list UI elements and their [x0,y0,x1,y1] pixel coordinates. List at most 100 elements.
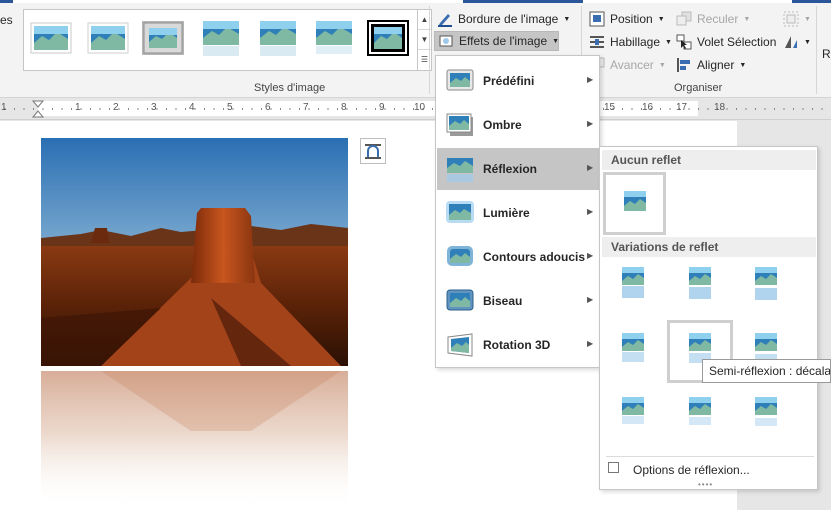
reflection-thumb-icon [755,397,777,426]
wrap-text-button[interactable]: Habillage ▼ [589,32,672,52]
reflection-variation-9[interactable] [755,397,777,437]
ruler-label: 5 [227,102,233,113]
ruler-label: 18 [714,102,726,113]
rotation-3d-effect-icon [446,333,474,360]
menu-item-preset[interactable]: Prédéfini ▶ [437,60,599,102]
rotate-icon [783,34,799,50]
ribbon-edge-text: es [0,13,13,27]
layout-options-button[interactable] [360,138,386,164]
group-separator [816,6,817,94]
reflection-variation-2[interactable] [689,267,711,307]
picture-border-button[interactable]: Bordure de l'image ▼ [437,9,570,29]
ruler-label: 3 [151,102,157,113]
reflection-submenu: Aucun reflet Variations de reflet Option… [599,146,818,490]
reflection-variation-8[interactable] [689,397,711,437]
selected-picture[interactable] [41,138,348,366]
picture-effects-label: Effets de l'image [459,34,548,48]
desert-landscape-image [41,138,348,366]
chevron-down-icon: ▼ [804,38,811,46]
ruler-label: 16 [642,102,654,113]
bevel-effect-icon [446,289,474,316]
effects-icon [438,33,454,49]
soft-edges-effect-icon [446,245,474,272]
menu-separator [606,456,814,457]
ribbon-right-edge-text: R [822,47,831,61]
send-backward-button[interactable]: Reculer ▼ [676,9,750,29]
menu-item-3d-rotation[interactable]: Rotation 3D ▶ [437,324,599,366]
selection-pane-label: Volet Sélection [697,35,777,49]
wrap-text-icon [589,34,605,50]
menu-item-label: Lumière [483,206,530,220]
align-button[interactable]: Aligner ▼ [676,55,746,75]
word-window: es ▲ ▼ ☰ Styles d'image Bordure de l'ima… [0,0,831,510]
reflection-thumb-icon [755,267,777,300]
chevron-right-icon: ▶ [587,295,594,304]
selection-pane-button[interactable]: Volet Sélection [676,32,776,52]
position-button[interactable]: Position ▼ [589,9,665,29]
menu-item-label: Prédéfini [483,74,535,88]
ruler-label: 9 [379,102,385,113]
chevron-down-icon: ▼ [563,15,571,23]
bring-forward-button[interactable]: Avancer ▼ [589,55,666,75]
picture-style-thumb-soft-reflected[interactable] [313,18,355,54]
picture-border-label: Bordure de l'image [458,12,559,26]
wrap-text-label: Habillage [610,35,661,49]
menu-item-label: Biseau [483,294,523,308]
chevron-right-icon: ▶ [587,163,594,172]
chevron-right-icon: ▶ [587,75,594,84]
reflection-effect-icon [446,157,474,186]
send-backward-icon [676,11,692,27]
menu-item-soft-edges[interactable]: Contours adoucis ▶ [437,236,599,278]
group-objects-button[interactable]: ▼ [783,9,811,29]
ruler-label: 1 [1,102,7,113]
rotate-button[interactable]: ▼ [783,32,811,52]
reflection-options-link[interactable]: Options de réflexion... [633,463,750,477]
chevron-down-icon: ▼ [665,38,672,46]
chevron-down-icon: ▼ [552,37,560,45]
ruler-label: 17 [676,102,688,113]
picture-style-thumb-reflected-rounded[interactable] [257,18,299,56]
resize-grip-icon[interactable]: •••• [698,480,713,489]
picture-style-thumb-thick-matte[interactable] [142,20,184,55]
reflection-options-checkbox[interactable] [608,462,619,473]
menu-item-label: Ombre [483,118,522,132]
reflection-variation-3[interactable] [755,267,777,307]
position-icon [589,11,605,27]
variations-header: Variations de reflet [602,237,816,257]
reflection-thumb-icon [622,397,644,424]
no-reflection-option[interactable] [603,172,666,235]
picture-style-thumb-soft-frame[interactable] [87,21,129,55]
picture-styles-gallery[interactable] [23,9,419,71]
reflection-thumb-icon [622,267,644,298]
picture-effects-menu: Prédéfini ▶ Ombre ▶ Réflexion ▶ Lumière … [435,55,600,368]
bring-forward-label: Avancer [610,58,654,72]
menu-item-bevel[interactable]: Biseau ▶ [437,280,599,322]
reflection-variation-7[interactable] [622,397,644,437]
styles-group-label: Styles d'image [254,82,326,94]
horizontal-ruler[interactable]: 1 1 2 3 4 5 6 7 8 9 10 11 12 13 14 15 16… [0,98,831,120]
picture-effects-button[interactable]: Effets de l'image ▼ [434,31,559,51]
picture-thumb-icon [624,191,646,211]
chevron-right-icon: ▶ [587,119,594,128]
chevron-right-icon: ▶ [587,207,594,216]
picture-style-thumb-simple-frame[interactable] [30,21,72,55]
arrange-group-label: Organiser [674,82,723,94]
reflection-variation-1[interactable] [622,267,644,307]
ruler-label: 1 [75,102,81,113]
picture-style-thumb-reflected[interactable] [200,18,242,56]
menu-item-label: Contours adoucis [483,250,586,264]
ruler-label: 4 [189,102,195,113]
ruler-label: 2 [113,102,119,113]
chevron-down-icon: ▼ [657,15,665,23]
reflection-variation-4[interactable] [622,333,644,373]
chevron-down-icon: ▼ [739,61,747,69]
picture-reflection [41,371,348,510]
menu-item-shadow[interactable]: Ombre ▶ [437,104,599,146]
picture-style-thumb-black-frame[interactable] [367,20,409,56]
glow-effect-icon [446,201,474,228]
ruler-label: 15 [604,102,616,113]
align-label: Aligner [697,58,735,72]
menu-item-glow[interactable]: Lumière ▶ [437,192,599,234]
reflection-gradient [41,371,348,510]
menu-item-reflection[interactable]: Réflexion ▶ [437,148,599,190]
